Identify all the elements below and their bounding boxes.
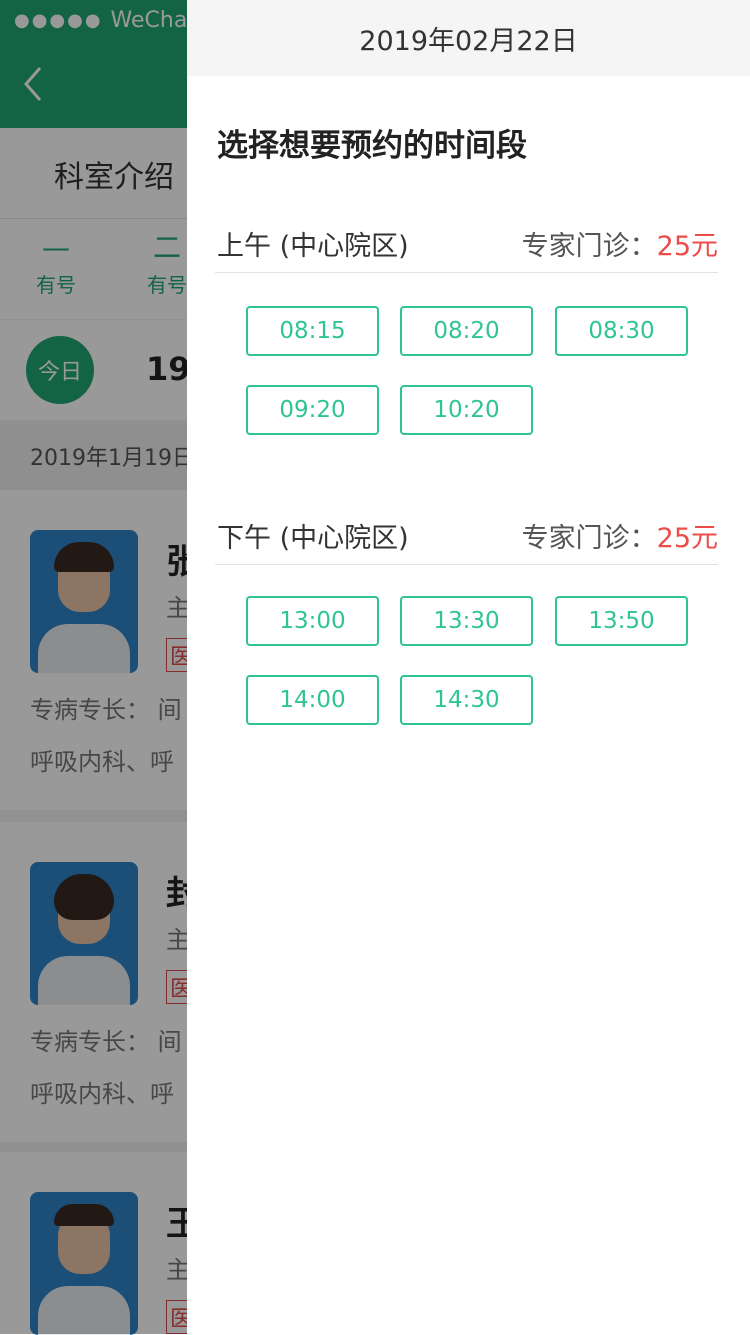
section-header: 上午 (中心院区) 专家门诊：25元 bbox=[215, 210, 718, 273]
clinic-type: 专家门诊： bbox=[521, 523, 657, 554]
time-slot-drawer: 2019年02月22日 选择想要预约的时间段 上午 (中心院区) 专家门诊：25… bbox=[187, 0, 750, 1334]
clinic-type: 专家门诊： bbox=[521, 231, 657, 262]
clinic-fee: 专家门诊：25元 bbox=[522, 224, 718, 263]
drawer-date-header: 2019年02月22日 bbox=[187, 0, 750, 76]
afternoon-section: 下午 (中心院区) 专家门诊：25元 13:00 13:30 13:50 14:… bbox=[215, 502, 718, 765]
time-slot-button[interactable]: 08:20 bbox=[400, 306, 533, 356]
section-header: 下午 (中心院区) 专家门诊：25元 bbox=[215, 502, 718, 565]
time-slot-button[interactable]: 14:00 bbox=[246, 675, 379, 725]
section-label: 下午 (中心院区) bbox=[217, 523, 409, 554]
clinic-fee: 专家门诊：25元 bbox=[522, 516, 718, 555]
time-slot-button[interactable]: 08:15 bbox=[246, 306, 379, 356]
slot-grid: 13:00 13:30 13:50 14:00 14:30 bbox=[215, 565, 718, 765]
time-slot-button[interactable]: 13:50 bbox=[555, 596, 688, 646]
section-label: 上午 (中心院区) bbox=[217, 231, 409, 262]
time-slot-button[interactable]: 09:20 bbox=[246, 385, 379, 435]
slot-grid: 08:15 08:20 08:30 09:20 10:20 bbox=[215, 273, 718, 473]
time-slot-button[interactable]: 13:00 bbox=[246, 596, 379, 646]
time-slot-button[interactable]: 13:30 bbox=[400, 596, 533, 646]
morning-section: 上午 (中心院区) 专家门诊：25元 08:15 08:20 08:30 09:… bbox=[215, 210, 718, 473]
drawer-title: 选择想要预约的时间段 bbox=[217, 128, 527, 164]
price: 25元 bbox=[656, 231, 718, 262]
time-slot-button[interactable]: 10:20 bbox=[400, 385, 533, 435]
time-slot-button[interactable]: 14:30 bbox=[400, 675, 533, 725]
time-slot-button[interactable]: 08:30 bbox=[555, 306, 688, 356]
price: 25元 bbox=[656, 523, 718, 554]
